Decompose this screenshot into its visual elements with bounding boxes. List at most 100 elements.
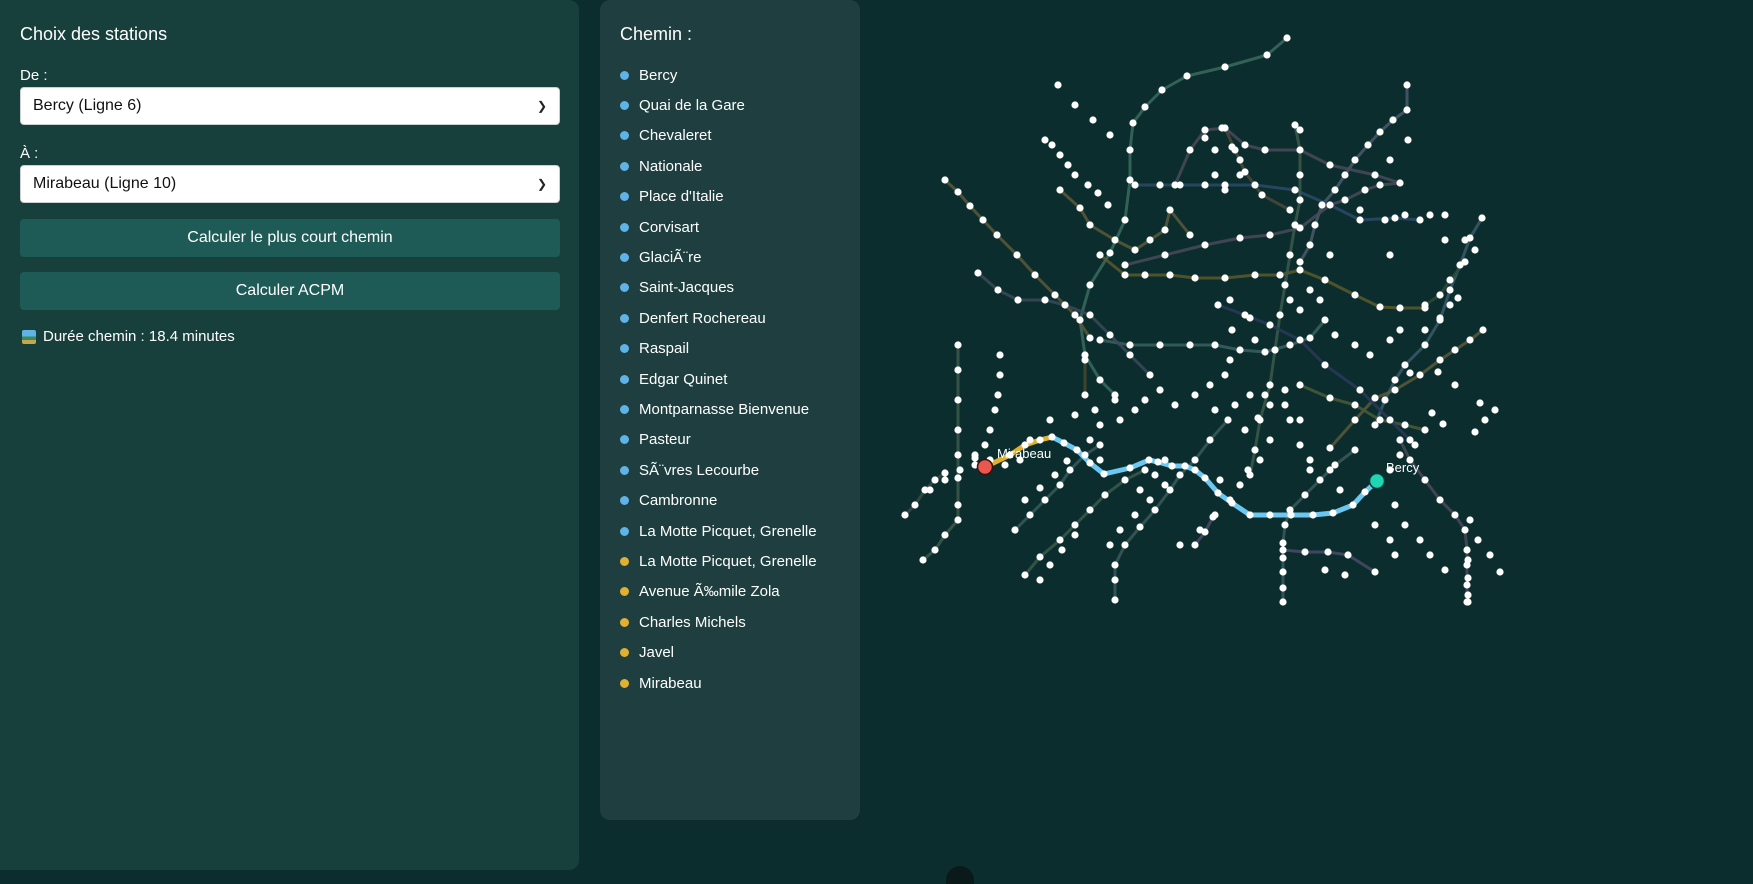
station-node [1111,561,1119,569]
path-station-name: Edgar Quinet [639,370,728,388]
station-node [1371,568,1379,576]
metro-map[interactable]: Bercy Mirabeau [880,0,1520,640]
station-node [1156,181,1164,189]
station-node [1451,346,1459,354]
station-node [1071,171,1079,179]
path-station-item: Mirabeau [620,668,817,698]
station-node [1436,291,1444,299]
path-station-item: Avenue Ã‰mile Zola [620,577,817,607]
station-node [1396,326,1404,334]
line-color-dot [620,496,629,506]
station-node [1191,541,1199,549]
station-node [1246,391,1254,399]
station-node [1461,526,1469,534]
station-node [941,476,949,484]
station-node [1168,462,1176,470]
station-node [1263,51,1271,59]
station-node [1186,341,1194,349]
station-node [1146,496,1154,504]
station-node [1013,251,1021,259]
station-node [1161,251,1169,259]
line-color-dot [620,101,629,111]
path-station-name: Quai de la Gare [639,97,745,115]
station-node [1371,521,1379,529]
station-node [1478,214,1486,222]
station-node [1211,406,1219,414]
station-node [1446,301,1454,309]
station-node [1287,511,1295,519]
station-node [1051,471,1059,479]
metro-line [943,178,1092,340]
station-node [1063,457,1071,465]
station-node [1071,411,1079,419]
from-station-select[interactable]: Bercy (Ligne 6) ❯ [20,87,560,125]
path-station-item: Cambronne [620,485,817,515]
station-node [1279,584,1287,592]
station-node [1096,456,1104,464]
station-node [1224,416,1232,424]
path-station-name: Denfert Rochereau [639,309,766,327]
line-color-dot [620,526,629,536]
station-node [1306,241,1314,249]
station-node [954,396,962,404]
station-node [1071,101,1079,109]
station-node [1326,251,1334,259]
metro-line [1173,126,1402,187]
path-station-item: Quai de la Gare [620,90,817,120]
station-node [1396,179,1404,187]
station-node [1196,526,1204,534]
station-node [1321,361,1329,369]
station-node [1076,204,1084,212]
station-node [1056,536,1064,544]
line-color-dot [620,587,629,597]
station-node [1266,511,1274,519]
station-node [1441,236,1449,244]
station-node [1036,484,1044,492]
station-node [1436,314,1444,322]
scroll-handle [946,866,974,884]
start-station-marker [1368,472,1386,490]
station-node [1341,171,1349,179]
path-station-item: Montparnasse Bienvenue [620,394,817,424]
station-node [1463,546,1471,554]
shortest-path-button[interactable]: Calculer le plus court chemin [20,219,560,257]
path-station-name: Chevaleret [639,127,712,145]
station-node [1176,541,1184,549]
station-node [1404,136,1412,144]
station-node [1306,456,1314,464]
station-node [1241,141,1249,149]
to-station-select[interactable]: Mirabeau (Ligne 10) ❯ [20,165,560,203]
station-node [1161,481,1169,489]
station-node [1291,221,1299,229]
station-node [1296,258,1304,266]
station-node [1121,541,1129,549]
station-node [1201,134,1209,142]
station-node [1121,261,1129,269]
station-node [1183,72,1191,80]
station-node [996,371,1004,379]
station-node [1066,466,1074,474]
line-color-dot [620,344,629,354]
station-node [1156,386,1164,394]
path-station-name: Mirabeau [639,674,702,692]
station-node [1201,126,1209,134]
station-node [1071,531,1079,539]
station-node [1296,146,1304,154]
station-node [1286,341,1294,349]
line-color-dot [620,648,629,658]
station-node [1191,274,1199,282]
station-node [1086,436,1094,444]
station-node [1046,561,1054,569]
station-node [1341,571,1349,579]
station-node [1021,571,1029,579]
acpm-button[interactable]: Calculer ACPM [20,272,560,310]
station-node [1279,554,1287,562]
station-node [1236,171,1244,179]
station-node [1306,334,1314,342]
station-node [1331,331,1339,339]
station-node [1306,286,1314,294]
station-node [1154,458,1162,466]
station-node [1214,489,1222,497]
station-node [1364,141,1372,149]
station-node [1231,401,1239,409]
